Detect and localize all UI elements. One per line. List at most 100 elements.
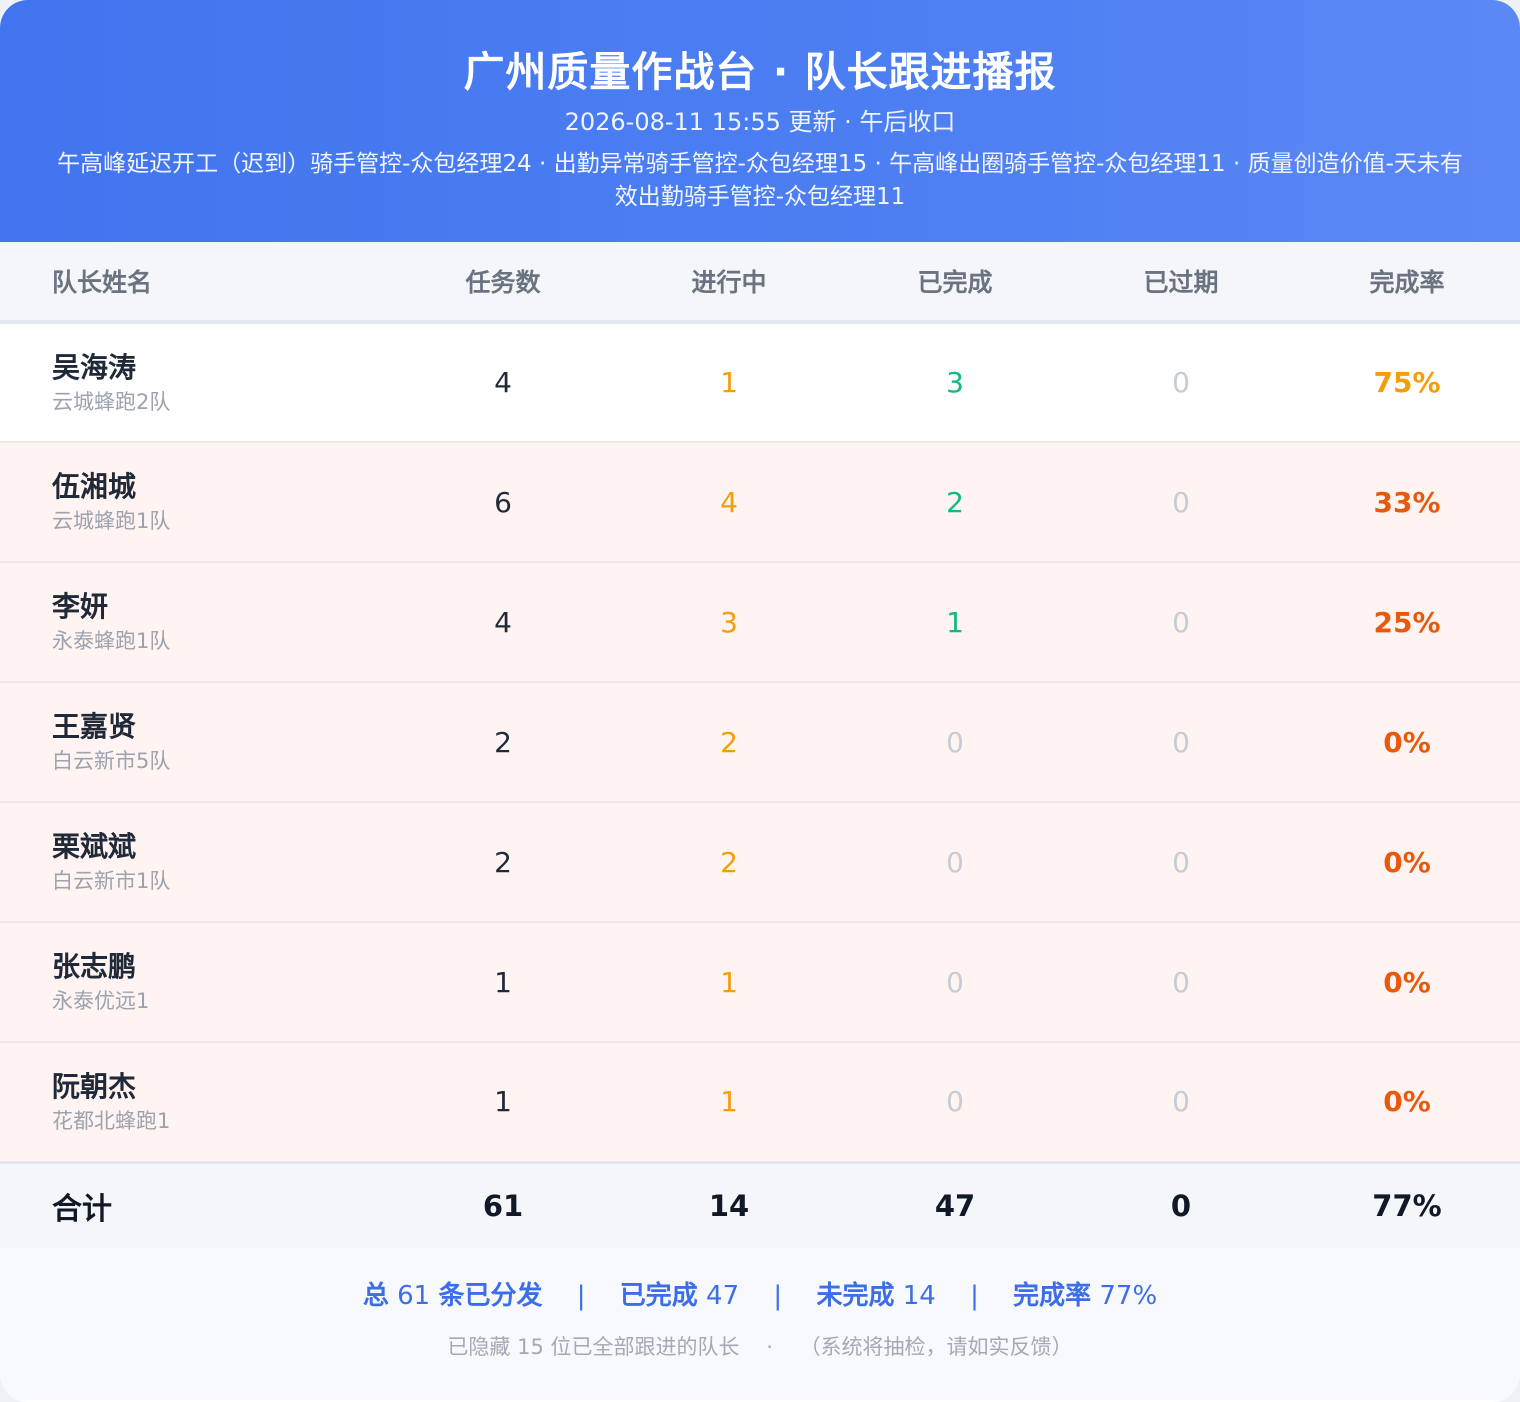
in-progress-count: 2 — [720, 845, 738, 879]
task-count: 2 — [494, 725, 512, 759]
table-row: 李妍永泰蜂跑1队 4 3 1 0 25% — [0, 562, 1520, 682]
summary-footer: 总 61 条已分发 | 已完成 47 | 未完成 14 | 完成率 77% 已隐… — [0, 1248, 1520, 1400]
summary-total-suffix: 条已分发 — [438, 1281, 543, 1311]
completion-rate: 0% — [1383, 725, 1431, 759]
summary-rate-label: 完成率 — [1013, 1281, 1092, 1311]
expired-count: 0 — [1172, 965, 1190, 999]
captain-cell: 伍湘城云城蜂跑1队 — [0, 442, 390, 562]
col-header-name: 队长姓名 — [52, 268, 153, 297]
in-progress-count: 3 — [720, 605, 738, 639]
expired-count: 0 — [1172, 725, 1190, 759]
header-banner: 广州质量作战台 · 队长跟进播报 2026-08-11 15:55 更新 · 午… — [0, 0, 1520, 242]
summary-rate-value: 77% — [1099, 1281, 1158, 1311]
totals-row: 合计 61 14 47 0 77% — [0, 1162, 1520, 1248]
col-header-rate: 完成率 — [1369, 268, 1445, 297]
team-name: 花都北蜂跑1 — [52, 1108, 171, 1133]
expired-count: 0 — [1172, 605, 1190, 639]
done-count: 2 — [946, 485, 964, 519]
expired-count: 0 — [1172, 845, 1190, 879]
summary-undone-value: 14 — [902, 1281, 936, 1311]
table-row: 张志鹏 永泰优远1 1 1 0 0 0% — [0, 922, 1520, 1042]
team-name: 云城蜂跑1队 — [52, 509, 171, 533]
summary-undone-label: 未完成 — [816, 1281, 895, 1311]
in-progress-count: 1 — [720, 965, 738, 999]
expired-count: 0 — [1172, 485, 1190, 519]
summary-separator: | — [576, 1281, 586, 1311]
table-row: 吴海涛云城蜂跑2队 4 1 3 0 75% — [0, 322, 1520, 442]
completion-rate: 0% — [1383, 1085, 1431, 1119]
done-count: 0 — [946, 965, 964, 999]
totals-done: 47 — [934, 1188, 976, 1223]
col-header-in-progress: 进行中 — [691, 268, 767, 297]
captain-name: 王嘉贤 — [52, 710, 137, 743]
team-name: 云城蜂跑2队 — [52, 389, 171, 414]
task-count: 2 — [494, 845, 512, 879]
completion-rate: 0% — [1383, 965, 1431, 999]
captain-name: 李妍 — [52, 590, 109, 623]
summary-line: 总 61 条已分发 | 已完成 47 | 未完成 14 | 完成率 77% — [0, 1276, 1520, 1316]
captain-cell: 张志鹏 永泰优远1 — [0, 922, 390, 1042]
expired-count: 0 — [1172, 1085, 1190, 1119]
task-count: 4 — [494, 366, 512, 399]
team-name: 永泰蜂跑1队 — [52, 629, 171, 653]
summary-done-label: 已完成 — [619, 1281, 698, 1311]
col-header-expired: 已过期 — [1143, 268, 1219, 297]
done-count: 0 — [946, 1085, 964, 1119]
summary-total-prefix: 总 — [362, 1281, 389, 1311]
in-progress-count: 2 — [720, 725, 738, 759]
totals-label: 合计 — [52, 1191, 112, 1227]
totals-expired: 0 — [1170, 1188, 1192, 1223]
completion-rate: 33% — [1373, 485, 1441, 519]
table-body: 吴海涛云城蜂跑2队 4 1 3 0 75% 伍湘城云城蜂跑1队 6 4 2 0 33% 李妍永泰蜂跑1队… — [0, 322, 1520, 1162]
task-count: 6 — [494, 485, 512, 519]
task-count: 4 — [494, 605, 512, 639]
summary-separator: | — [773, 1281, 783, 1311]
summary-separator: | — [970, 1281, 979, 1311]
captain-name: 吴海涛 — [52, 350, 137, 384]
team-name: 白云新市1队 — [52, 869, 171, 893]
table-row: 伍湘城云城蜂跑1队 6 4 2 0 33% — [0, 442, 1520, 562]
captain-cell: 吴海涛云城蜂跑2队 — [0, 322, 390, 442]
totals-in-progress: 14 — [708, 1188, 750, 1223]
spot-check-note: （系统将抽检，请如实反馈） — [799, 1335, 1073, 1359]
captain-name: 阮朝杰 — [52, 1069, 137, 1103]
captain-name: 栗斌斌 — [52, 830, 137, 863]
task-count: 1 — [494, 965, 512, 999]
captain-name: 伍湘城 — [52, 470, 137, 503]
summary-total-value: 61 — [397, 1281, 431, 1311]
table-header-row: 队长姓名 任务数 进行中 已完成 已过期 完成率 — [0, 242, 1520, 322]
captain-cell: 栗斌斌白云新市1队 — [0, 802, 390, 922]
done-count: 1 — [946, 605, 964, 639]
captain-cell: 王嘉贤白云新市5队 — [0, 682, 390, 802]
footer-note: 已隐藏 15 位已全部跟进的队长 · （系统将抽检，请如实反馈） — [0, 1332, 1520, 1362]
done-count: 0 — [946, 845, 964, 879]
note-dot: · — [766, 1335, 773, 1359]
totals-rate: 77% — [1372, 1188, 1442, 1223]
table-row: 王嘉贤白云新市5队 2 2 0 0 0% — [0, 682, 1520, 802]
captain-name: 张志鹏 — [52, 950, 137, 983]
hidden-captains-note: 已隐藏 15 位已全部跟进的队长 — [447, 1335, 740, 1359]
expired-count: 0 — [1172, 366, 1190, 399]
col-header-tasks: 任务数 — [465, 268, 541, 297]
captain-cell: 李妍永泰蜂跑1队 — [0, 562, 390, 682]
task-description: 午高峰延迟开工（迟到）骑手管控-众包经理24 · 出勤异常骑手管控-众包经理15… — [57, 151, 1463, 210]
table-row: 阮朝杰 花都北蜂跑1 1 1 0 0 0% — [0, 1042, 1520, 1162]
captain-cell: 阮朝杰花都北蜂跑1 — [0, 1042, 390, 1162]
done-count: 0 — [946, 725, 964, 759]
summary-done-value: 47 — [706, 1281, 740, 1311]
team-name: 白云新市5队 — [52, 749, 171, 773]
in-progress-count: 1 — [720, 366, 738, 399]
completion-rate: 0% — [1383, 845, 1431, 879]
completion-rate: 75% — [1373, 366, 1441, 399]
in-progress-count: 4 — [720, 485, 738, 519]
broadcast-card: 广州质量作战台 · 队长跟进播报 2026-08-11 15:55 更新 · 午… — [0, 0, 1520, 1402]
completion-rate: 25% — [1373, 605, 1441, 639]
page-title: 广州质量作战台 · 队长跟进播报 — [463, 48, 1057, 96]
table-row: 栗斌斌白云新市1队 2 2 0 0 0% — [0, 802, 1520, 922]
captain-table: 队长姓名 任务数 进行中 已完成 已过期 完成率 吴海涛云城蜂跑2队 4 1 3 0 75… — [0, 242, 1520, 1248]
col-header-done: 已完成 — [917, 268, 993, 297]
in-progress-count: 1 — [720, 1085, 738, 1119]
done-count: 3 — [946, 366, 964, 399]
totals-tasks: 61 — [482, 1188, 524, 1223]
update-time: 2026-08-11 15:55 更新 · 午后收口 — [564, 108, 956, 136]
